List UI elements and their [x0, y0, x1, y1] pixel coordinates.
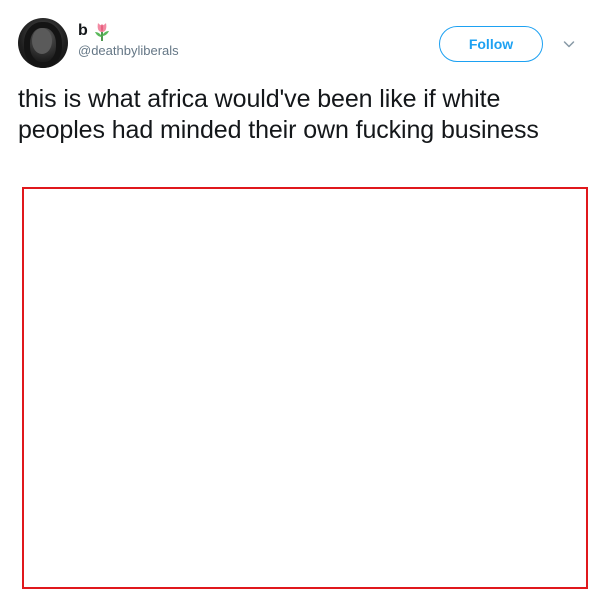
tulip-icon: [94, 23, 109, 41]
display-name-row[interactable]: b: [78, 20, 112, 42]
follow-button[interactable]: Follow: [439, 26, 543, 62]
user-handle[interactable]: @deathbyliberals: [78, 43, 179, 59]
display-name[interactable]: b: [78, 21, 88, 41]
chevron-down-icon[interactable]: [563, 38, 575, 50]
media-frame: [22, 187, 588, 589]
user-names: b @deathbyliberals: [78, 20, 179, 59]
avatar-face: [32, 28, 52, 54]
avatar[interactable]: [18, 18, 68, 68]
tweet-text: this is what africa would've been like i…: [18, 85, 539, 144]
tweet-header: b @deathbyliberals Follow: [18, 18, 578, 70]
